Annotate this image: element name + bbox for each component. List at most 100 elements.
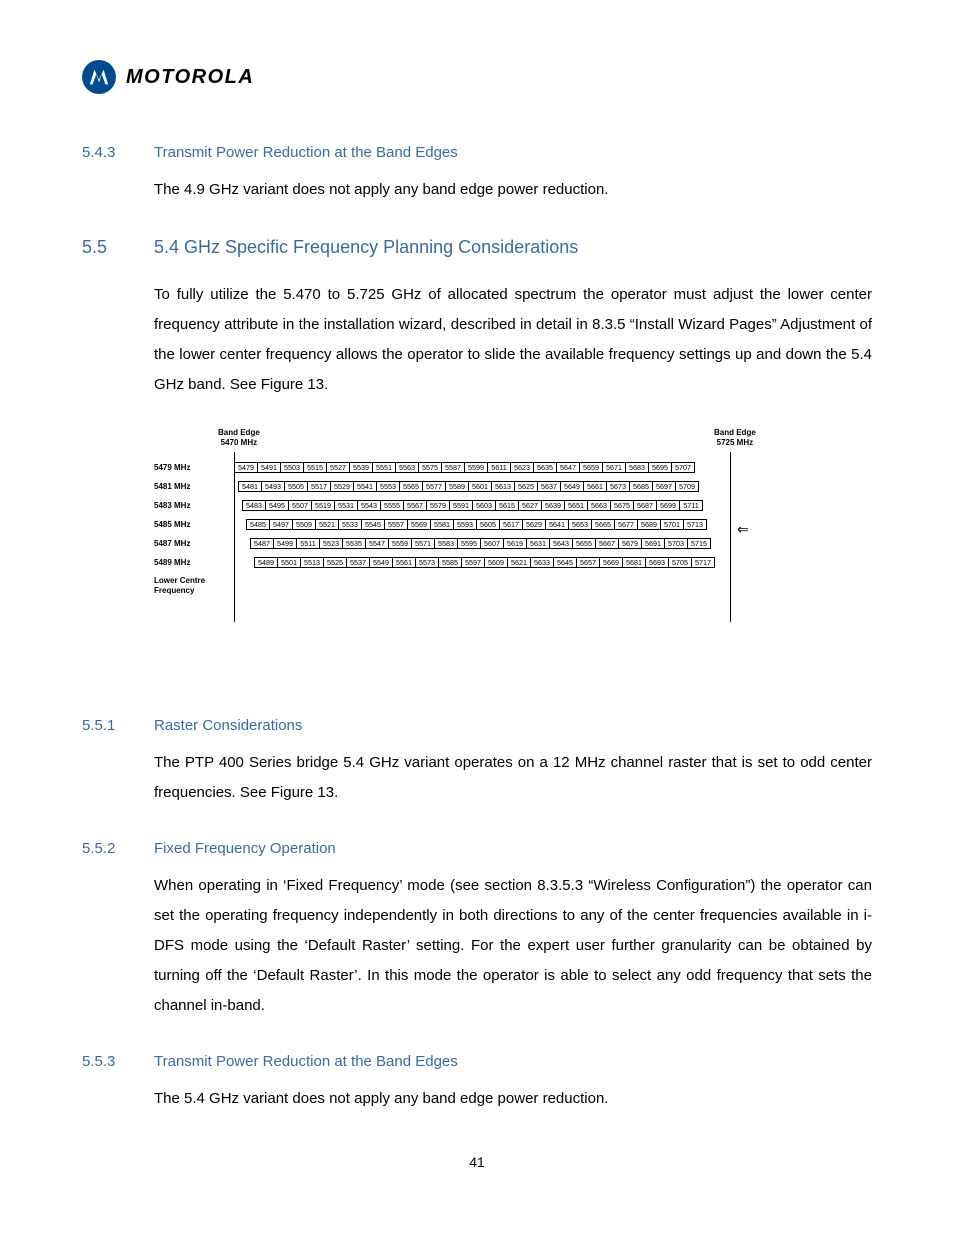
frequency-cell: 5549 bbox=[369, 557, 393, 568]
frequency-cell: 5661 bbox=[583, 481, 607, 492]
section-number: 5.4.3 bbox=[82, 144, 126, 161]
frequency-cell: 5627 bbox=[518, 500, 542, 511]
section-number: 5.5 bbox=[82, 237, 126, 258]
frequency-row: 5481 MHz54815493550555175529554155535565… bbox=[154, 481, 872, 492]
section-body-55: To fully utilize the 5.470 to 5.725 GHz … bbox=[154, 280, 872, 400]
frequency-cell: 5565 bbox=[399, 481, 423, 492]
frequency-cell: 5711 bbox=[679, 500, 703, 511]
section-number: 5.5.2 bbox=[82, 840, 126, 857]
frequency-row: 5479 MHz54795491550355155527553955515563… bbox=[154, 462, 872, 473]
frequency-cell: 5687 bbox=[633, 500, 657, 511]
frequency-cell: 5675 bbox=[610, 500, 634, 511]
frequency-cell: 5683 bbox=[625, 462, 649, 473]
frequency-row-label: 5489 MHz bbox=[154, 558, 208, 567]
frequency-row-label: 5483 MHz bbox=[154, 501, 208, 510]
brand-header: MOTOROLA bbox=[82, 60, 872, 94]
frequency-row-label: 5479 MHz bbox=[154, 463, 208, 472]
frequency-cell: 5709 bbox=[675, 481, 699, 492]
frequency-cells: 5485549755095521553355455557556955815593… bbox=[246, 519, 707, 530]
section-title: Fixed Frequency Operation bbox=[154, 840, 336, 857]
frequency-cell: 5587 bbox=[441, 462, 465, 473]
band-edge-left-line bbox=[234, 452, 235, 622]
frequency-cells: 5483549555075519553155435555556755795591… bbox=[242, 500, 703, 511]
frequency-cell: 5571 bbox=[411, 538, 435, 549]
frequency-cell: 5679 bbox=[618, 538, 642, 549]
frequency-cell: 5695 bbox=[648, 462, 672, 473]
frequency-cell: 5667 bbox=[595, 538, 619, 549]
frequency-cell: 5569 bbox=[407, 519, 431, 530]
section-title: Raster Considerations bbox=[154, 717, 302, 734]
frequency-cell: 5659 bbox=[579, 462, 603, 473]
frequency-cell: 5641 bbox=[545, 519, 569, 530]
frequency-cell: 5509 bbox=[292, 519, 316, 530]
frequency-cell: 5715 bbox=[687, 538, 711, 549]
frequency-cell: 5617 bbox=[499, 519, 523, 530]
frequency-row: 5487 MHz54875499551155235535554755595571… bbox=[154, 538, 872, 549]
frequency-cell: 5583 bbox=[434, 538, 458, 549]
frequency-cell: 5517 bbox=[307, 481, 331, 492]
frequency-cell: 5523 bbox=[319, 538, 343, 549]
motorola-logo-icon bbox=[82, 60, 116, 94]
frequency-cell: 5483 bbox=[242, 500, 266, 511]
frequency-row-label: 5481 MHz bbox=[154, 482, 208, 491]
frequency-row: 5485 MHz54855497550955215533554555575569… bbox=[154, 519, 872, 530]
section-header-553: 5.5.3 Transmit Power Reduction at the Ba… bbox=[82, 1053, 872, 1070]
frequency-cell: 5555 bbox=[380, 500, 404, 511]
frequency-cell: 5591 bbox=[449, 500, 473, 511]
section-header-55: 5.5 5.4 GHz Specific Frequency Planning … bbox=[82, 237, 872, 258]
frequency-cell: 5547 bbox=[365, 538, 389, 549]
frequency-cell: 5633 bbox=[530, 557, 554, 568]
frequency-cell: 5537 bbox=[346, 557, 370, 568]
frequency-cell: 5669 bbox=[599, 557, 623, 568]
frequency-cell: 5637 bbox=[537, 481, 561, 492]
frequency-cell: 5621 bbox=[507, 557, 531, 568]
frequency-cell: 5657 bbox=[576, 557, 600, 568]
frequency-cell: 5553 bbox=[376, 481, 400, 492]
frequency-cell: 5689 bbox=[637, 519, 661, 530]
frequency-cell: 5639 bbox=[541, 500, 565, 511]
section-header-552: 5.5.2 Fixed Frequency Operation bbox=[82, 840, 872, 857]
frequency-cell: 5631 bbox=[526, 538, 550, 549]
frequency-cell: 5691 bbox=[641, 538, 665, 549]
frequency-cell: 5519 bbox=[311, 500, 335, 511]
frequency-cell: 5653 bbox=[568, 519, 592, 530]
frequency-cell: 5707 bbox=[671, 462, 695, 473]
section-title: Transmit Power Reduction at the Band Edg… bbox=[154, 1053, 458, 1070]
frequency-cell: 5561 bbox=[392, 557, 416, 568]
frequency-cells: 5489550155135525553755495561557355855597… bbox=[254, 557, 715, 568]
frequency-cell: 5613 bbox=[491, 481, 515, 492]
frequency-cell: 5607 bbox=[480, 538, 504, 549]
brand-name: MOTOROLA bbox=[126, 66, 254, 89]
frequency-cell: 5701 bbox=[660, 519, 684, 530]
frequency-cell: 5635 bbox=[533, 462, 557, 473]
frequency-cell: 5581 bbox=[430, 519, 454, 530]
frequency-cell: 5677 bbox=[614, 519, 638, 530]
frequency-cell: 5481 bbox=[238, 481, 262, 492]
frequency-cell: 5541 bbox=[353, 481, 377, 492]
frequency-cell: 5531 bbox=[334, 500, 358, 511]
frequency-cell: 5611 bbox=[487, 462, 511, 473]
frequency-cell: 5479 bbox=[234, 462, 258, 473]
frequency-cell: 5577 bbox=[422, 481, 446, 492]
frequency-cell: 5567 bbox=[403, 500, 427, 511]
page-number: 41 bbox=[82, 1154, 872, 1170]
frequency-cell: 5671 bbox=[602, 462, 626, 473]
frequency-cell: 5505 bbox=[284, 481, 308, 492]
section-header-551: 5.5.1 Raster Considerations bbox=[82, 717, 872, 734]
frequency-cell: 5579 bbox=[426, 500, 450, 511]
band-edge-left-label: Band Edge5470 MHz bbox=[218, 428, 260, 449]
frequency-raster-figure: Band Edge5470 MHz Band Edge5725 MHz ⇐ 54… bbox=[154, 432, 872, 597]
frequency-cell: 5499 bbox=[273, 538, 297, 549]
frequency-cell: 5533 bbox=[338, 519, 362, 530]
frequency-cell: 5645 bbox=[553, 557, 577, 568]
frequency-cell: 5619 bbox=[503, 538, 527, 549]
frequency-cell: 5559 bbox=[388, 538, 412, 549]
frequency-cell: 5557 bbox=[384, 519, 408, 530]
frequency-cells: 5479549155035515552755395551556355755587… bbox=[234, 462, 695, 473]
frequency-cell: 5593 bbox=[453, 519, 477, 530]
frequency-cell: 5515 bbox=[303, 462, 327, 473]
frequency-cell: 5503 bbox=[280, 462, 304, 473]
frequency-cell: 5647 bbox=[556, 462, 580, 473]
frequency-cell: 5665 bbox=[591, 519, 615, 530]
frequency-cell: 5605 bbox=[476, 519, 500, 530]
